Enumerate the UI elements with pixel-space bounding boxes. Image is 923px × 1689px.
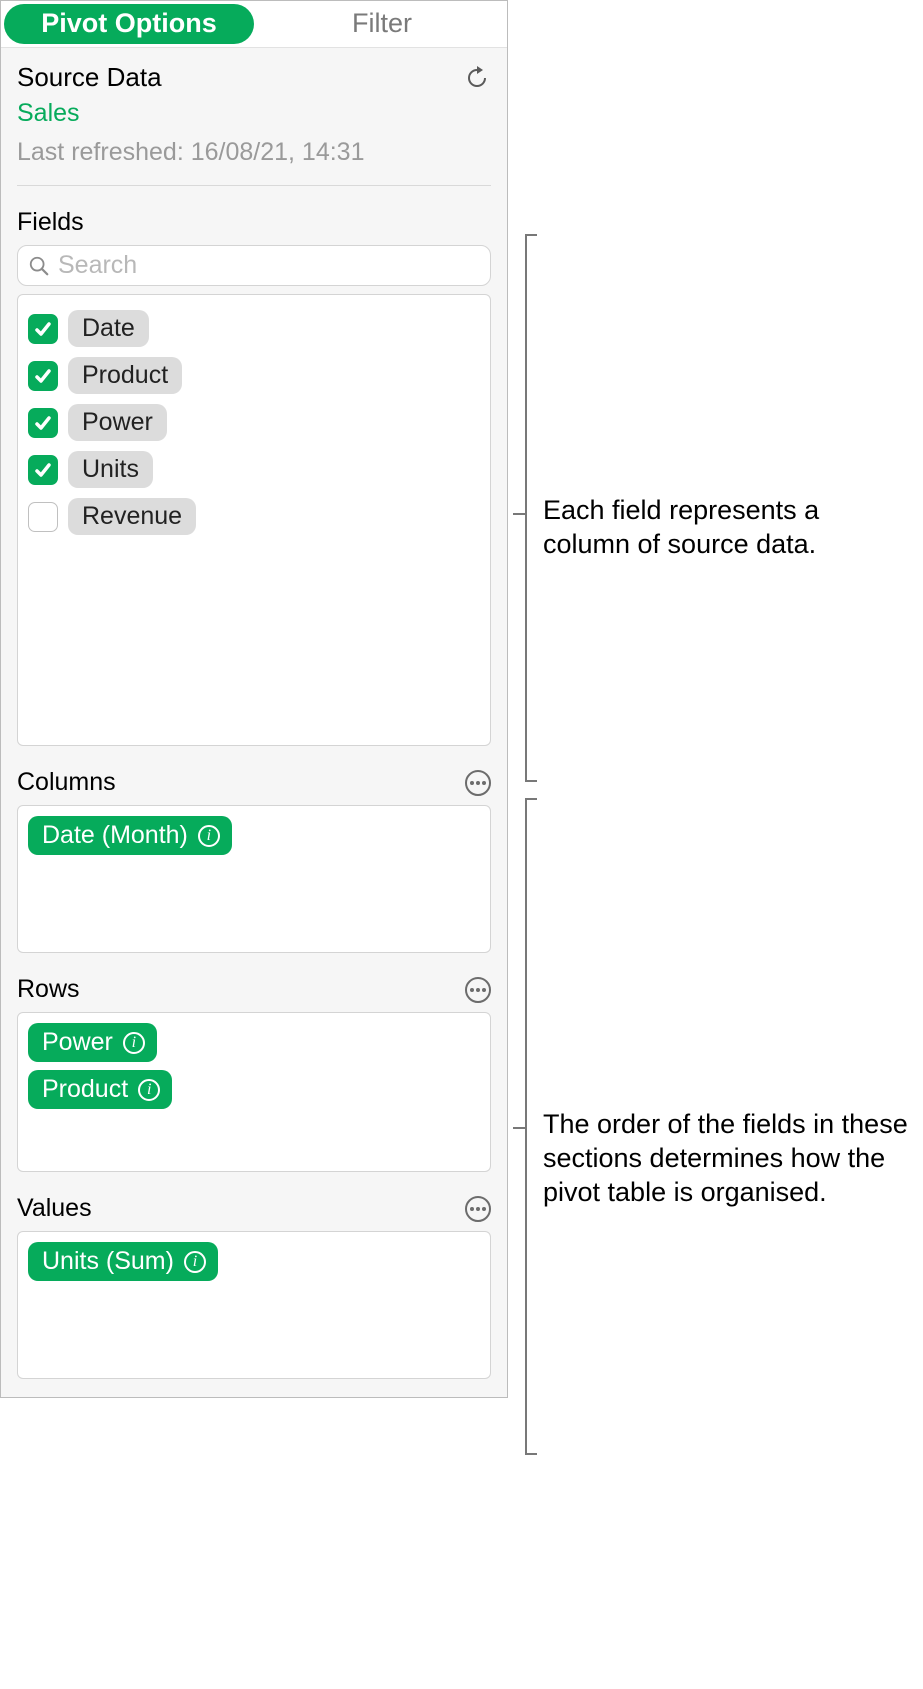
- column-field-pill[interactable]: Date (Month) i: [28, 816, 232, 855]
- columns-more-button[interactable]: [465, 770, 491, 796]
- refresh-button[interactable]: [463, 64, 491, 92]
- pill-label: Date (Month): [42, 821, 188, 850]
- rows-more-button[interactable]: [465, 977, 491, 1003]
- row-field-pill[interactable]: Product i: [28, 1070, 172, 1109]
- field-checkbox[interactable]: [28, 408, 58, 438]
- field-chip[interactable]: Revenue: [68, 498, 196, 535]
- value-field-pill[interactable]: Units (Sum) i: [28, 1242, 218, 1281]
- source-data-name: Sales: [1, 93, 507, 128]
- tab-filter[interactable]: Filter: [257, 1, 507, 47]
- values-more-button[interactable]: [465, 1196, 491, 1222]
- search-icon: [28, 255, 50, 277]
- field-checkbox[interactable]: [28, 314, 58, 344]
- callout-fields: Each field represents a column of source…: [543, 494, 913, 562]
- field-chip[interactable]: Date: [68, 310, 149, 347]
- pill-label: Units (Sum): [42, 1247, 174, 1276]
- pill-label: Power: [42, 1028, 113, 1057]
- field-row[interactable]: Revenue: [28, 493, 480, 540]
- pivot-options-panel: Pivot Options Filter Source Data Sales L…: [0, 0, 508, 1398]
- panel-tabs: Pivot Options Filter: [1, 1, 507, 48]
- tab-pivot-options[interactable]: Pivot Options: [4, 4, 254, 44]
- info-icon[interactable]: i: [184, 1251, 206, 1273]
- search-input[interactable]: [58, 251, 480, 280]
- field-row[interactable]: Units: [28, 446, 480, 493]
- info-icon[interactable]: i: [138, 1079, 160, 1101]
- field-chip[interactable]: Product: [68, 357, 182, 394]
- field-row[interactable]: Date: [28, 305, 480, 352]
- field-row[interactable]: Product: [28, 352, 480, 399]
- callout-sections: The order of the fields in these section…: [543, 1108, 913, 1209]
- field-row[interactable]: Power: [28, 399, 480, 446]
- field-chip[interactable]: Units: [68, 451, 153, 488]
- field-chip[interactable]: Power: [68, 404, 167, 441]
- field-checkbox[interactable]: [28, 455, 58, 485]
- field-checkbox[interactable]: [28, 502, 58, 532]
- pill-label: Product: [42, 1075, 128, 1104]
- source-data-label: Source Data: [17, 62, 162, 93]
- info-icon[interactable]: i: [123, 1032, 145, 1054]
- info-icon[interactable]: i: [198, 825, 220, 847]
- last-refreshed-text: Last refreshed: 16/08/21, 14:31: [1, 128, 507, 185]
- field-checkbox[interactable]: [28, 361, 58, 391]
- refresh-icon: [465, 66, 489, 90]
- values-dropzone[interactable]: Units (Sum) i: [17, 1231, 491, 1379]
- row-field-pill[interactable]: Power i: [28, 1023, 157, 1062]
- fields-list: Date Product Power Units Revenue: [17, 294, 491, 746]
- rows-label: Rows: [17, 975, 80, 1004]
- fields-label: Fields: [17, 208, 84, 237]
- values-label: Values: [17, 1194, 92, 1223]
- rows-dropzone[interactable]: Power i Product i: [17, 1012, 491, 1172]
- columns-dropzone[interactable]: Date (Month) i: [17, 805, 491, 953]
- columns-label: Columns: [17, 768, 116, 797]
- search-field[interactable]: [17, 245, 491, 286]
